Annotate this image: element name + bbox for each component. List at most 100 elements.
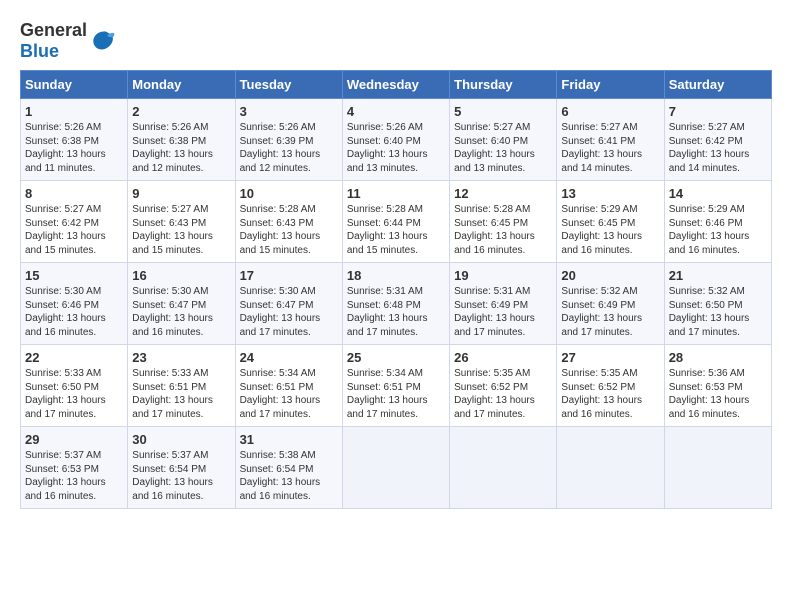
logo-blue: Blue	[20, 41, 59, 61]
cell-info: Sunrise: 5:31 AMSunset: 6:49 PMDaylight:…	[454, 286, 535, 338]
day-number: 4	[347, 104, 445, 119]
day-number: 17	[240, 268, 338, 283]
logo: General Blue	[20, 20, 117, 62]
calendar-cell: 8 Sunrise: 5:27 AMSunset: 6:42 PMDayligh…	[21, 181, 128, 263]
calendar-week-row: 15 Sunrise: 5:30 AMSunset: 6:46 PMDaylig…	[21, 263, 772, 345]
day-number: 14	[669, 186, 767, 201]
cell-info: Sunrise: 5:27 AMSunset: 6:42 PMDaylight:…	[669, 122, 750, 174]
day-number: 21	[669, 268, 767, 283]
calendar-cell	[450, 427, 557, 509]
calendar-cell: 9 Sunrise: 5:27 AMSunset: 6:43 PMDayligh…	[128, 181, 235, 263]
calendar-cell: 23 Sunrise: 5:33 AMSunset: 6:51 PMDaylig…	[128, 345, 235, 427]
calendar-cell: 18 Sunrise: 5:31 AMSunset: 6:48 PMDaylig…	[342, 263, 449, 345]
cell-info: Sunrise: 5:33 AMSunset: 6:50 PMDaylight:…	[25, 368, 106, 420]
day-number: 6	[561, 104, 659, 119]
calendar-cell	[342, 427, 449, 509]
cell-info: Sunrise: 5:32 AMSunset: 6:49 PMDaylight:…	[561, 286, 642, 338]
day-number: 28	[669, 350, 767, 365]
day-number: 24	[240, 350, 338, 365]
day-number: 7	[669, 104, 767, 119]
calendar-cell: 14 Sunrise: 5:29 AMSunset: 6:46 PMDaylig…	[664, 181, 771, 263]
day-number: 20	[561, 268, 659, 283]
cell-info: Sunrise: 5:37 AMSunset: 6:53 PMDaylight:…	[25, 450, 106, 502]
calendar-cell: 24 Sunrise: 5:34 AMSunset: 6:51 PMDaylig…	[235, 345, 342, 427]
cell-info: Sunrise: 5:35 AMSunset: 6:52 PMDaylight:…	[454, 368, 535, 420]
day-number: 22	[25, 350, 123, 365]
calendar-week-row: 8 Sunrise: 5:27 AMSunset: 6:42 PMDayligh…	[21, 181, 772, 263]
calendar-cell: 13 Sunrise: 5:29 AMSunset: 6:45 PMDaylig…	[557, 181, 664, 263]
calendar-header-wednesday: Wednesday	[342, 71, 449, 99]
day-number: 16	[132, 268, 230, 283]
calendar-week-row: 29 Sunrise: 5:37 AMSunset: 6:53 PMDaylig…	[21, 427, 772, 509]
day-number: 26	[454, 350, 552, 365]
calendar-cell: 26 Sunrise: 5:35 AMSunset: 6:52 PMDaylig…	[450, 345, 557, 427]
cell-info: Sunrise: 5:26 AMSunset: 6:38 PMDaylight:…	[132, 122, 213, 174]
calendar-cell: 11 Sunrise: 5:28 AMSunset: 6:44 PMDaylig…	[342, 181, 449, 263]
calendar-cell: 27 Sunrise: 5:35 AMSunset: 6:52 PMDaylig…	[557, 345, 664, 427]
day-number: 11	[347, 186, 445, 201]
day-number: 18	[347, 268, 445, 283]
calendar-header-monday: Monday	[128, 71, 235, 99]
cell-info: Sunrise: 5:26 AMSunset: 6:39 PMDaylight:…	[240, 122, 321, 174]
cell-info: Sunrise: 5:27 AMSunset: 6:40 PMDaylight:…	[454, 122, 535, 174]
calendar-cell	[557, 427, 664, 509]
calendar-table: SundayMondayTuesdayWednesdayThursdayFrid…	[20, 70, 772, 509]
calendar-cell: 29 Sunrise: 5:37 AMSunset: 6:53 PMDaylig…	[21, 427, 128, 509]
calendar-header-friday: Friday	[557, 71, 664, 99]
calendar-cell: 31 Sunrise: 5:38 AMSunset: 6:54 PMDaylig…	[235, 427, 342, 509]
calendar-cell: 4 Sunrise: 5:26 AMSunset: 6:40 PMDayligh…	[342, 99, 449, 181]
cell-info: Sunrise: 5:35 AMSunset: 6:52 PMDaylight:…	[561, 368, 642, 420]
calendar-cell: 3 Sunrise: 5:26 AMSunset: 6:39 PMDayligh…	[235, 99, 342, 181]
calendar-cell: 17 Sunrise: 5:30 AMSunset: 6:47 PMDaylig…	[235, 263, 342, 345]
cell-info: Sunrise: 5:28 AMSunset: 6:43 PMDaylight:…	[240, 204, 321, 256]
calendar-cell: 21 Sunrise: 5:32 AMSunset: 6:50 PMDaylig…	[664, 263, 771, 345]
cell-info: Sunrise: 5:30 AMSunset: 6:47 PMDaylight:…	[240, 286, 321, 338]
day-number: 2	[132, 104, 230, 119]
calendar-cell: 1 Sunrise: 5:26 AMSunset: 6:38 PMDayligh…	[21, 99, 128, 181]
cell-info: Sunrise: 5:26 AMSunset: 6:40 PMDaylight:…	[347, 122, 428, 174]
calendar-cell: 5 Sunrise: 5:27 AMSunset: 6:40 PMDayligh…	[450, 99, 557, 181]
calendar-cell: 16 Sunrise: 5:30 AMSunset: 6:47 PMDaylig…	[128, 263, 235, 345]
cell-info: Sunrise: 5:27 AMSunset: 6:41 PMDaylight:…	[561, 122, 642, 174]
logo-bird-icon	[89, 27, 117, 55]
logo-general: General	[20, 20, 87, 40]
day-number: 25	[347, 350, 445, 365]
page-header: General Blue	[20, 20, 772, 62]
calendar-cell: 15 Sunrise: 5:30 AMSunset: 6:46 PMDaylig…	[21, 263, 128, 345]
calendar-cell: 19 Sunrise: 5:31 AMSunset: 6:49 PMDaylig…	[450, 263, 557, 345]
calendar-cell: 20 Sunrise: 5:32 AMSunset: 6:49 PMDaylig…	[557, 263, 664, 345]
day-number: 3	[240, 104, 338, 119]
cell-info: Sunrise: 5:29 AMSunset: 6:46 PMDaylight:…	[669, 204, 750, 256]
cell-info: Sunrise: 5:26 AMSunset: 6:38 PMDaylight:…	[25, 122, 106, 174]
logo-text: General Blue	[20, 20, 87, 62]
cell-info: Sunrise: 5:28 AMSunset: 6:45 PMDaylight:…	[454, 204, 535, 256]
cell-info: Sunrise: 5:30 AMSunset: 6:47 PMDaylight:…	[132, 286, 213, 338]
calendar-header-tuesday: Tuesday	[235, 71, 342, 99]
day-number: 1	[25, 104, 123, 119]
day-number: 27	[561, 350, 659, 365]
calendar-cell: 12 Sunrise: 5:28 AMSunset: 6:45 PMDaylig…	[450, 181, 557, 263]
day-number: 29	[25, 432, 123, 447]
calendar-cell: 28 Sunrise: 5:36 AMSunset: 6:53 PMDaylig…	[664, 345, 771, 427]
calendar-cell: 30 Sunrise: 5:37 AMSunset: 6:54 PMDaylig…	[128, 427, 235, 509]
cell-info: Sunrise: 5:36 AMSunset: 6:53 PMDaylight:…	[669, 368, 750, 420]
calendar-header-thursday: Thursday	[450, 71, 557, 99]
day-number: 19	[454, 268, 552, 283]
day-number: 5	[454, 104, 552, 119]
cell-info: Sunrise: 5:37 AMSunset: 6:54 PMDaylight:…	[132, 450, 213, 502]
calendar-week-row: 1 Sunrise: 5:26 AMSunset: 6:38 PMDayligh…	[21, 99, 772, 181]
calendar-cell: 22 Sunrise: 5:33 AMSunset: 6:50 PMDaylig…	[21, 345, 128, 427]
calendar-header-saturday: Saturday	[664, 71, 771, 99]
day-number: 30	[132, 432, 230, 447]
calendar-header-sunday: Sunday	[21, 71, 128, 99]
cell-info: Sunrise: 5:34 AMSunset: 6:51 PMDaylight:…	[240, 368, 321, 420]
day-number: 31	[240, 432, 338, 447]
cell-info: Sunrise: 5:27 AMSunset: 6:43 PMDaylight:…	[132, 204, 213, 256]
calendar-cell	[664, 427, 771, 509]
calendar-cell: 2 Sunrise: 5:26 AMSunset: 6:38 PMDayligh…	[128, 99, 235, 181]
calendar-cell: 10 Sunrise: 5:28 AMSunset: 6:43 PMDaylig…	[235, 181, 342, 263]
calendar-cell: 25 Sunrise: 5:34 AMSunset: 6:51 PMDaylig…	[342, 345, 449, 427]
cell-info: Sunrise: 5:30 AMSunset: 6:46 PMDaylight:…	[25, 286, 106, 338]
cell-info: Sunrise: 5:29 AMSunset: 6:45 PMDaylight:…	[561, 204, 642, 256]
day-number: 13	[561, 186, 659, 201]
